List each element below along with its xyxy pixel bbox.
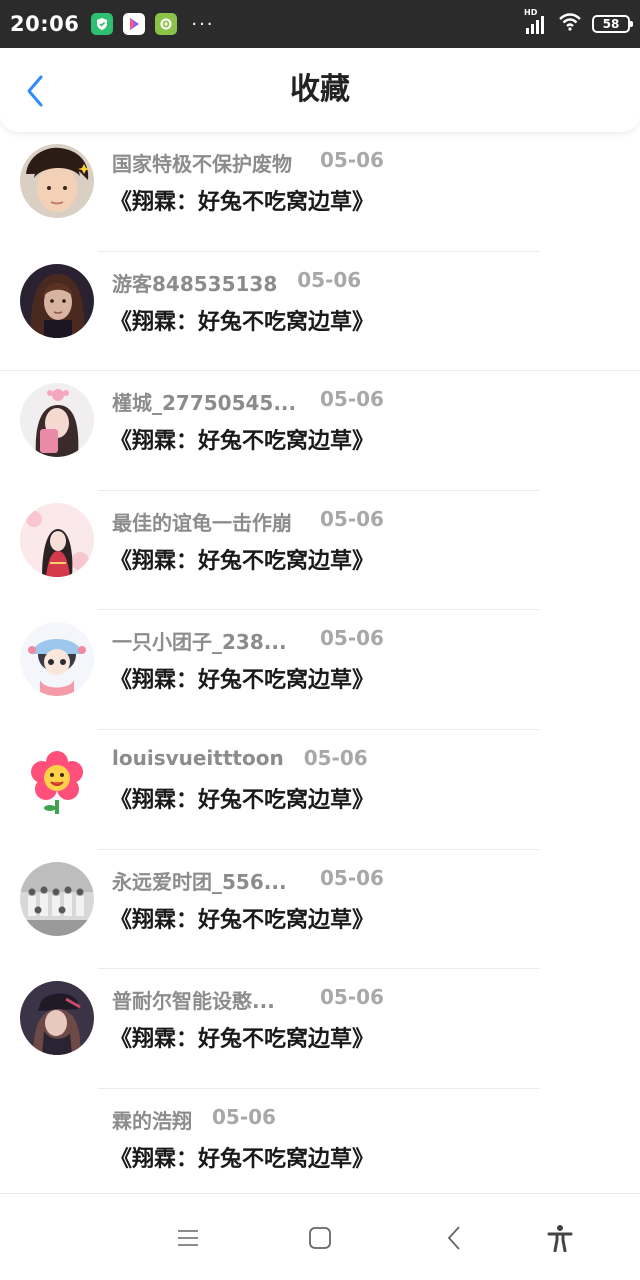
list-item[interactable]: 游客848535138 05-06 《翔霖：好兔不吃窝边草》: [0, 252, 640, 372]
avatar: [20, 502, 94, 577]
item-username: 游客848535138: [112, 271, 278, 296]
item-username: 最佳的谊龟一击作崩: [112, 510, 292, 535]
menu-button[interactable]: [168, 1218, 208, 1258]
avatar: [20, 144, 94, 218]
item-username: 永远爱时团_556...: [112, 869, 287, 894]
item-username: 国家特极不保护废物: [112, 152, 292, 176]
home-button[interactable]: [300, 1218, 340, 1258]
item-date: 05-06: [212, 1104, 276, 1129]
item-title: 《翔霖：好兔不吃窝边草》: [110, 309, 375, 335]
back-icon: [447, 1226, 460, 1250]
item-title: 《翔霖：好兔不吃窝边草》: [110, 907, 375, 933]
menu-icon: [178, 1230, 198, 1246]
header: 收藏: [0, 48, 640, 132]
item-meta: 最佳的谊龟一击作崩 05-06: [112, 507, 384, 536]
signal-icon: HD: [524, 8, 546, 34]
avatar: [20, 981, 94, 1056]
network-label: HD: [524, 8, 538, 17]
avatar: [20, 263, 94, 338]
list-item[interactable]: 国家特极不保护废物 05-06 《翔霖：好兔不吃窝边草》: [0, 132, 640, 252]
item-username: louisvueitttoon: [112, 745, 284, 770]
item-meta: 普耐尔智能设憨... 05-06: [112, 985, 384, 1014]
home-square-icon: [309, 1227, 331, 1249]
back-nav-button[interactable]: [434, 1218, 474, 1258]
item-title: 《翔霖：好兔不吃窝边草》: [110, 1146, 375, 1172]
system-nav-bar: [0, 1193, 640, 1280]
shield-app-icon: [91, 13, 114, 35]
item-username: 普耐尔智能设憨...: [112, 989, 275, 1014]
item-date: 05-06: [297, 267, 362, 292]
item-meta: 游客848535138 05-06: [112, 268, 361, 297]
item-date: 05-06: [320, 626, 384, 651]
list-item[interactable]: 普耐尔智能设憨... 05-06 《翔霖：好兔不吃窝边草》: [0, 969, 640, 1089]
item-meta: 永远爱时团_556... 05-06: [112, 866, 384, 895]
item-username: 一只小团子_238...: [112, 630, 287, 655]
favorites-list: 国家特极不保护废物 05-06 《翔霖：好兔不吃窝边草》 游客848535138 0…: [0, 132, 640, 1208]
item-title: 《翔霖：好兔不吃窝边草》: [110, 787, 375, 813]
more-notifications-icon: ···: [191, 13, 215, 35]
item-date: 05-06: [320, 148, 384, 172]
accessibility-button[interactable]: [540, 1218, 580, 1258]
avatar: [20, 741, 94, 816]
item-date: 05-06: [320, 387, 384, 412]
list-item[interactable]: 霖的浩翔 05-06 《翔霖：好兔不吃窝边草》: [0, 1089, 640, 1209]
wifi-icon: [558, 13, 582, 35]
item-meta: louisvueitttoon 05-06: [112, 746, 368, 770]
accessibility-icon: [547, 1225, 573, 1252]
item-date: 05-06: [320, 865, 384, 890]
item-title: 《翔霖：好兔不吃窝边草》: [110, 190, 375, 215]
item-date: 05-06: [320, 506, 384, 531]
list-item[interactable]: louisvueitttoon 05-06 《翔霖：好兔不吃窝边草》: [0, 730, 640, 850]
item-title: 《翔霖：好兔不吃窝边草》: [110, 548, 375, 574]
status-time: 20:06: [10, 12, 80, 36]
item-username: 槿城_27750545...: [112, 391, 297, 416]
item-title: 《翔霖：好兔不吃窝边草》: [110, 668, 375, 694]
avatar: [20, 861, 94, 936]
avatar: [20, 383, 94, 458]
list-item[interactable]: 永远爱时团_556... 05-06 《翔霖：好兔不吃窝边草》: [0, 850, 640, 970]
list-item[interactable]: 槿城_27750545... 05-06 《翔霖：好兔不吃窝边草》: [0, 371, 640, 491]
avatar: [20, 622, 94, 697]
item-date: 05-06: [303, 745, 368, 770]
settings-app-icon: [155, 13, 178, 35]
item-title: 《翔霖：好兔不吃窝边草》: [110, 429, 375, 455]
list-item[interactable]: 最佳的谊龟一击作崩 05-06 《翔霖：好兔不吃窝边草》: [0, 491, 640, 611]
play-app-icon: [123, 13, 146, 35]
page-title: 收藏: [290, 72, 350, 107]
list-item[interactable]: 一只小团子_238... 05-06 《翔霖：好兔不吃窝边草》: [0, 610, 640, 730]
battery-icon: 58: [592, 15, 633, 33]
item-meta: 槿城_27750545... 05-06: [112, 387, 384, 416]
item-username: 霖的浩翔: [112, 1108, 192, 1133]
item-title: 《翔霖：好兔不吃窝边草》: [110, 1027, 375, 1053]
item-meta: 一只小团子_238... 05-06: [112, 626, 384, 655]
item-meta: 霖的浩翔 05-06: [112, 1105, 276, 1134]
item-date: 05-06: [320, 985, 384, 1010]
item-meta: 国家特极不保护废物 05-06: [112, 148, 384, 177]
